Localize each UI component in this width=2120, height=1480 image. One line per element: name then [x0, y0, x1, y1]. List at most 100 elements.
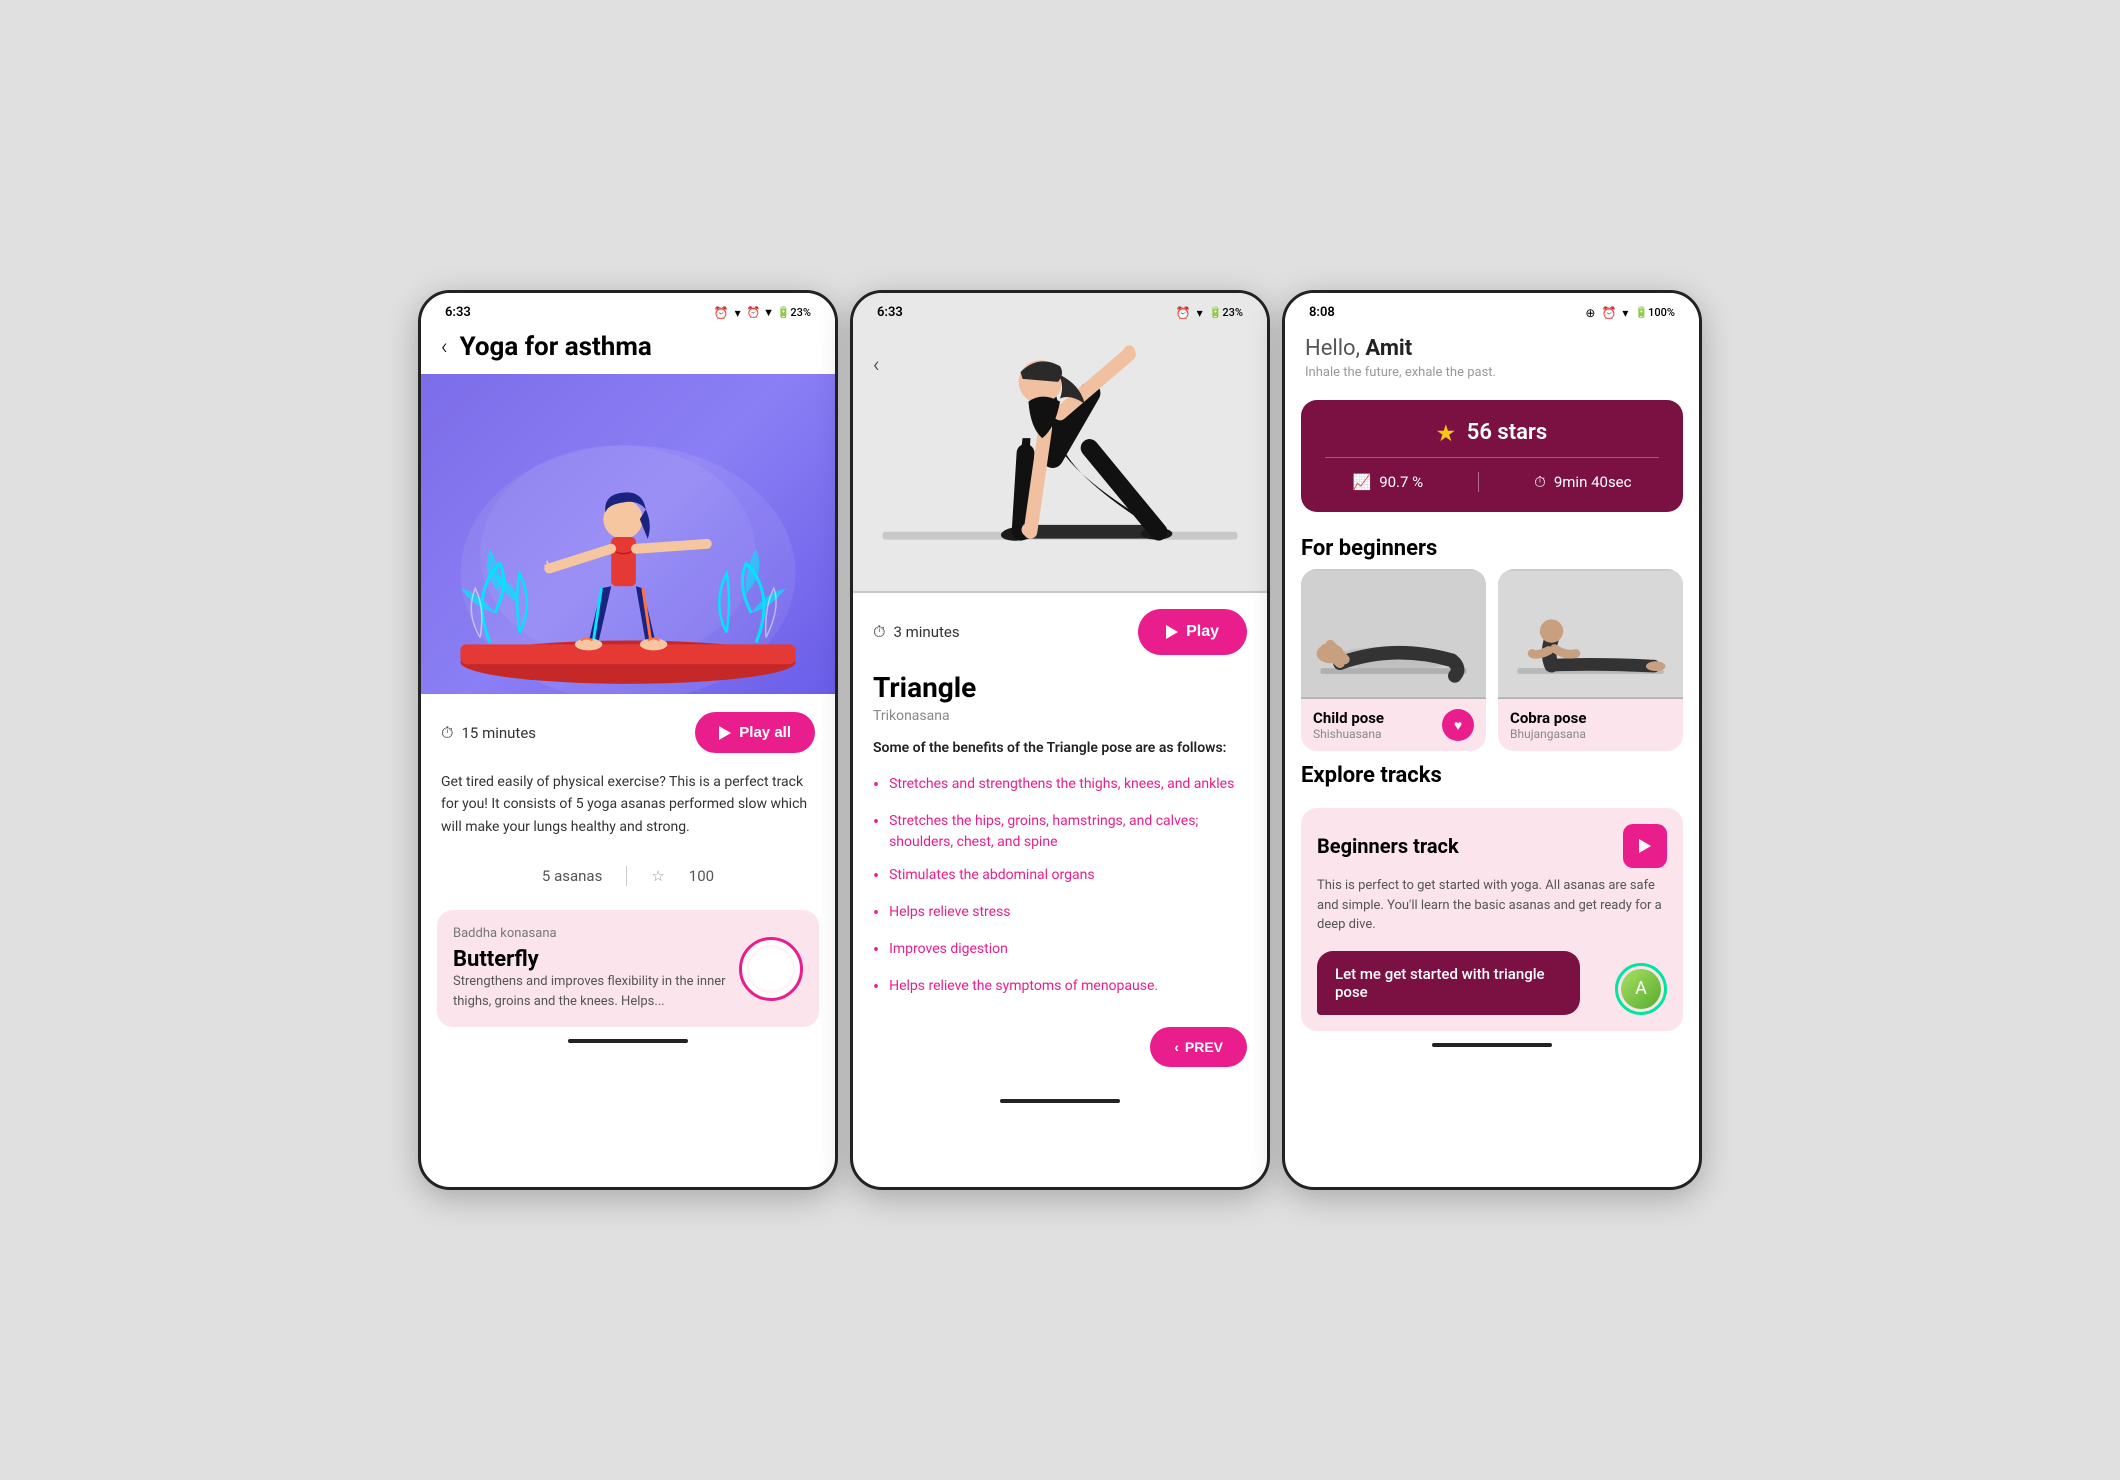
stats-divider-vertical: [1478, 472, 1479, 492]
screen1-yoga-asthma: 6:33 ⏰ ▾ ⏰ ▼ 🔋23% ‹ Yoga for asthma: [418, 290, 838, 1190]
status-bar-1: 6:33 ⏰ ▾ ⏰ ▼ 🔋23%: [421, 293, 835, 324]
progress-stat: 📈 90.7 %: [1353, 473, 1424, 491]
prev-button[interactable]: ‹ PREV: [1150, 1027, 1247, 1067]
time-value: 9min 40sec: [1554, 473, 1632, 491]
track-title: Beginners track: [1317, 834, 1459, 858]
child-pose-name: Child pose: [1313, 709, 1384, 727]
greeting-name: Amit: [1365, 336, 1412, 361]
timer-text-1: 15 minutes: [461, 724, 536, 742]
timer-play-row-1: ⏱ 15 minutes Play all: [421, 694, 835, 771]
child-pose-img-inner: [1301, 569, 1486, 699]
track-desc: This is perfect to get started with yoga…: [1317, 876, 1667, 935]
heart-button-child[interactable]: ♥: [1442, 709, 1474, 741]
child-pose-info: Child pose Shishuasana: [1313, 709, 1384, 741]
stats-row: 5 asanas ☆ 100: [421, 854, 835, 898]
time-stat: ⏱ 9min 40sec: [1534, 473, 1631, 491]
alarm-icon-3: ⏰: [1601, 306, 1616, 320]
benefit-item-6: Helps relieve the symptoms of menopause.: [873, 970, 1247, 1007]
benefits-list: Stretches and strengthens the thighs, kn…: [853, 768, 1267, 1007]
alarm-icon-1: ⏰: [714, 306, 729, 320]
status-bar-3: 8:08 ⊕ ⏰ ▾ 🔋100%: [1285, 293, 1699, 324]
clock-icon-1: ⏱: [441, 723, 453, 743]
asana-circle: [739, 937, 803, 1001]
wifi-icon-3: ▾: [1622, 306, 1628, 320]
chat-bubble: Let me get started with triangle pose: [1317, 951, 1580, 1015]
screen3-header: Hello, Amit Inhale the future, exhale th…: [1285, 324, 1699, 388]
play-icon-2: [1166, 625, 1178, 639]
back-button-1[interactable]: ‹: [441, 335, 448, 360]
stars-stats: 📈 90.7 % ⏱ 9min 40sec: [1325, 472, 1659, 492]
stars-count-1: 100: [689, 867, 714, 885]
explore-play-icon: [1639, 839, 1651, 853]
timer-label-1: ⏱ 15 minutes: [441, 723, 536, 743]
play-button-2[interactable]: Play: [1138, 609, 1247, 655]
status-icons-2: ⏰ ▾ 🔋23%: [1176, 306, 1243, 320]
child-pose-body: Child pose Shishuasana ♥: [1301, 699, 1486, 751]
star-icon-3: ★: [1437, 421, 1455, 445]
description-text-1: Get tired easily of physical exercise? T…: [421, 771, 835, 854]
play-all-button[interactable]: Play all: [695, 712, 815, 753]
asana-sanskrit: Baddha konasana: [453, 926, 739, 941]
cobra-pose-name: Cobra pose: [1510, 709, 1586, 727]
child-pose-sanskrit: Shishuasana: [1313, 727, 1384, 741]
star-icon-1: ☆: [651, 867, 664, 885]
timer-label-2: ⏱ 3 minutes: [873, 622, 960, 642]
avatar-circle: A: [1615, 963, 1667, 1015]
explore-card-header: Beginners track: [1317, 824, 1667, 868]
pose-title: Triangle: [853, 671, 1267, 708]
timer-play-row-2: ⏱ 3 minutes Play: [853, 593, 1267, 671]
home-indicator-2: [1000, 1099, 1120, 1103]
screen2-hero-image: [853, 293, 1267, 593]
asana-name: Butterfly: [453, 947, 739, 972]
back-button-2[interactable]: ‹: [873, 353, 880, 378]
benefit-item-2: Stretches the hips, groins, hamstrings, …: [873, 805, 1247, 859]
screen3-dashboard: 8:08 ⊕ ⏰ ▾ 🔋100% Hello, Amit Inhale the …: [1282, 290, 1702, 1190]
benefit-item-3: Stimulates the abdominal organs: [873, 859, 1247, 896]
home-indicator-1: [568, 1039, 688, 1043]
triangle-pose-image: [853, 293, 1267, 593]
greeting-hello-text: Hello,: [1305, 336, 1365, 361]
vpn-icon: ⊕: [1585, 306, 1595, 320]
status-time-2: 6:33: [877, 305, 903, 320]
cobra-pose-body: Cobra pose Bhujangasana: [1498, 699, 1683, 751]
beginner-card-cobra-pose[interactable]: Cobra pose Bhujangasana: [1498, 569, 1683, 751]
progress-value: 90.7 %: [1379, 473, 1423, 491]
battery-icon-1: ⏰ ▼ 🔋23%: [747, 306, 811, 319]
beginners-row: Child pose Shishuasana ♥: [1285, 569, 1699, 751]
wifi-icon-2: ▾: [1197, 306, 1203, 320]
asana-circle-inner: [747, 945, 795, 993]
stars-top: ★ 56 stars: [1325, 420, 1659, 445]
child-pose-image: [1301, 569, 1486, 699]
screen1-header: ‹ Yoga for asthma: [421, 324, 835, 374]
greeting-line: Hello, Amit: [1305, 336, 1679, 361]
benefits-intro: Some of the benefits of the Triangle pos…: [853, 740, 1267, 768]
time-icon: ⏱: [1534, 473, 1546, 491]
cobra-pose-image: [1498, 569, 1683, 699]
page-title-1: Yoga for asthma: [460, 332, 652, 362]
asana-card-butterfly[interactable]: Baddha konasana Butterfly Strengthens an…: [437, 910, 819, 1027]
stats-divider: [626, 866, 627, 886]
alarm-icon-2: ⏰: [1176, 306, 1191, 320]
prev-icon: ‹: [1174, 1039, 1179, 1055]
benefit-item-4: Helps relieve stress: [873, 896, 1247, 933]
prev-btn-row: ‹ PREV: [853, 1007, 1267, 1087]
battery-icon-2: 🔋23%: [1209, 306, 1243, 319]
wifi-icon-1: ▾: [735, 306, 741, 320]
greeting-subtitle: Inhale the future, exhale the past.: [1305, 365, 1679, 380]
stars-count-3: 56 stars: [1467, 420, 1547, 445]
hero-illustration: [421, 374, 835, 694]
chat-row: Let me get started with triangle pose A: [1317, 951, 1667, 1015]
explore-play-button[interactable]: [1623, 824, 1667, 868]
progress-icon: 📈: [1353, 473, 1372, 491]
explore-card: Beginners track This is perfect to get s…: [1301, 808, 1683, 1031]
stars-divider: [1325, 457, 1659, 458]
for-beginners-title: For beginners: [1285, 524, 1699, 569]
explore-tracks-title: Explore tracks: [1285, 751, 1699, 796]
status-time-1: 6:33: [445, 305, 471, 320]
cobra-pose-sanskrit: Bhujangasana: [1510, 727, 1586, 741]
status-time-3: 8:08: [1309, 305, 1335, 320]
beginner-card-child-pose[interactable]: Child pose Shishuasana ♥: [1301, 569, 1486, 751]
status-icons-1: ⏰ ▾ ⏰ ▼ 🔋23%: [714, 306, 811, 320]
asana-desc: Strengthens and improves flexibility in …: [453, 972, 739, 1011]
stars-card: ★ 56 stars 📈 90.7 % ⏱ 9min 40sec: [1301, 400, 1683, 512]
